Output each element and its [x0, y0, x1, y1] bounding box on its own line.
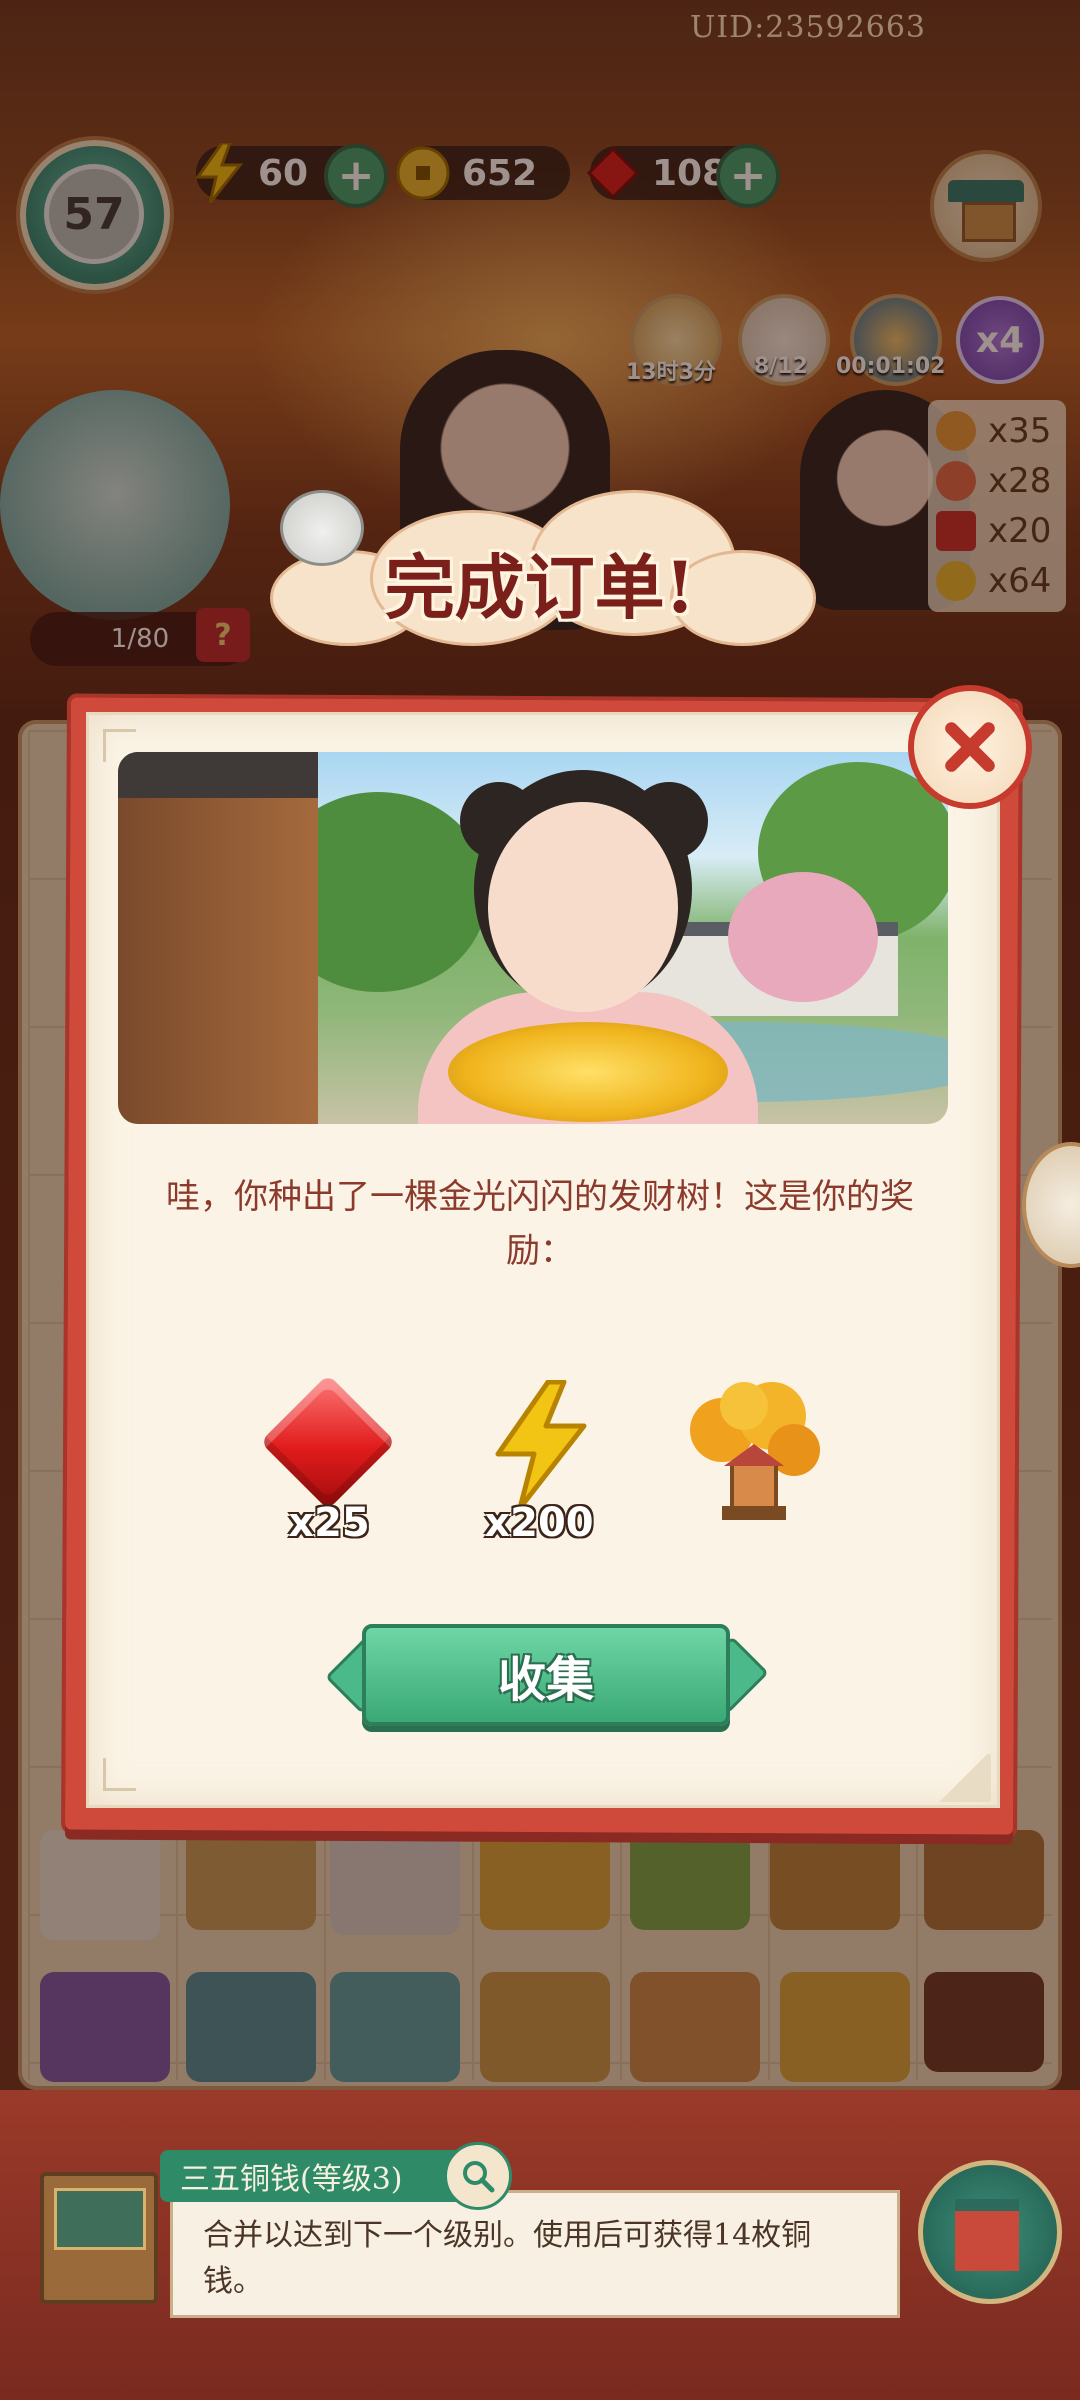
pavilion-roof [118, 752, 318, 798]
reward-money-tree [664, 1380, 834, 1560]
cabinet-door-icon [54, 2188, 146, 2250]
ruby-gem-icon [260, 1374, 396, 1510]
gold-ingots-pile [448, 1022, 728, 1122]
pavilion-sell-button[interactable] [918, 2160, 1062, 2304]
energy-bolt-icon [495, 1380, 587, 1510]
item-info-button[interactable] [444, 2142, 512, 2210]
collect-label: 收集 [497, 1652, 594, 1708]
reward-message: 哇，你种出了一棵金光闪闪的发财树！这是你的奖励： [166, 1177, 914, 1271]
storage-cabinet-button[interactable] [40, 2172, 158, 2304]
page-fold [935, 1754, 991, 1802]
banner-title: 完成订单! [384, 546, 696, 629]
girl-face [488, 802, 678, 1012]
order-complete-banner: 完成订单! [270, 490, 816, 650]
reward-energy: x200 [454, 1380, 624, 1560]
close-icon [945, 722, 995, 772]
reward-count: x200 [484, 1500, 594, 1546]
reward-count: x25 [288, 1500, 370, 1546]
pavilion [118, 752, 318, 1124]
corner-ornament [103, 1758, 136, 1791]
close-button[interactable] [908, 685, 1032, 809]
collect-button[interactable]: 收集 [362, 1624, 730, 1726]
money-tree-icon [690, 1382, 820, 1520]
magnifier-icon [463, 2161, 495, 2193]
reward-gems: x25 [244, 1374, 414, 1560]
cherry-blossom-tree [728, 872, 878, 1002]
item-description: 合并以达到下一个级别。使用后可获得14枚铜钱。 [170, 2190, 900, 2318]
reward-illustration [118, 752, 948, 1124]
pavilion-icon [955, 2199, 1019, 2271]
